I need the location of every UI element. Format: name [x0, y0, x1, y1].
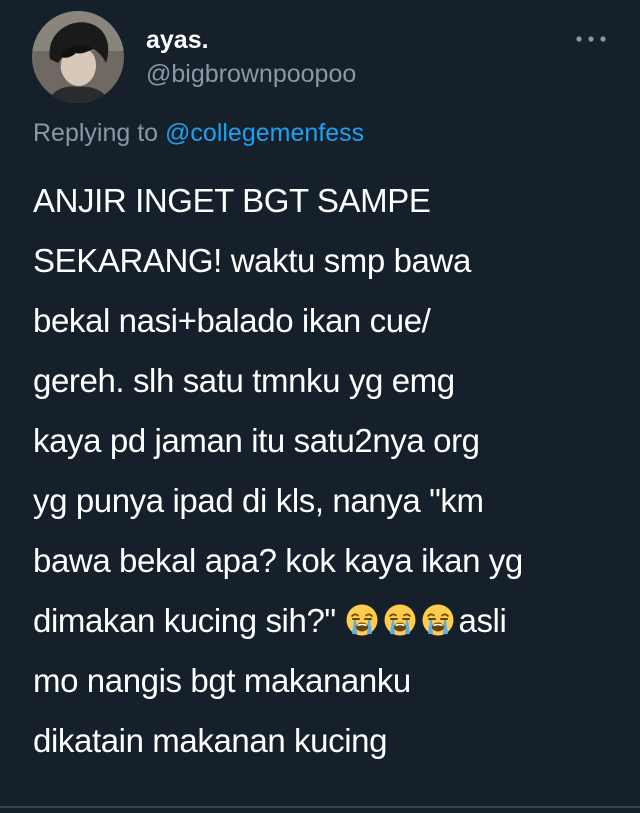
loudly-crying-face-icon: [345, 603, 379, 637]
loudly-crying-face-icon: [421, 603, 455, 637]
tweet-card: ayas. @bigbrownpoopoo Replying to @colle…: [0, 0, 640, 813]
tweet-text-line: kaya pd jaman itu satu2nya org: [33, 422, 480, 459]
replying-to-label: Replying to: [33, 119, 159, 147]
avatar-image: [32, 11, 124, 103]
tweet-text-line: gereh. slh satu tmnku yg emg: [33, 362, 455, 399]
tweet-text: ANJIR INGET BGT SAMPE SEKARANG! waktu sm…: [33, 171, 623, 771]
tweet-text-line-with-emoji: dimakan kucing sih?" asli: [33, 591, 623, 651]
more-horizontal-icon[interactable]: [574, 29, 608, 49]
replying-to: Replying to @collegemenfess: [33, 119, 364, 148]
user-handle[interactable]: @bigbrownpoopoo: [146, 60, 356, 89]
display-name[interactable]: ayas.: [146, 26, 209, 55]
tweet-text-line: dikatain makanan kucing: [33, 722, 388, 759]
tweet-text-line: bekal nasi+balado ikan cue/: [33, 302, 431, 339]
tweet-text-segment: asli: [458, 602, 507, 639]
tweet-text-line: yg punya ipad di kls, nanya "km: [33, 482, 484, 519]
divider: [0, 806, 640, 808]
tweet-text-line: SEKARANG! waktu smp bawa: [33, 242, 471, 279]
loudly-crying-face-icon: [383, 603, 417, 637]
tweet-text-line: ANJIR INGET BGT SAMPE: [33, 182, 431, 219]
replying-to-mention-link[interactable]: @collegemenfess: [165, 119, 364, 147]
tweet-text-segment: dimakan kucing sih?": [33, 602, 336, 639]
tweet-text-line: mo nangis bgt makananku: [33, 662, 411, 699]
tweet-text-line: bawa bekal apa? kok kaya ikan yg: [33, 542, 523, 579]
avatar[interactable]: [32, 11, 124, 103]
